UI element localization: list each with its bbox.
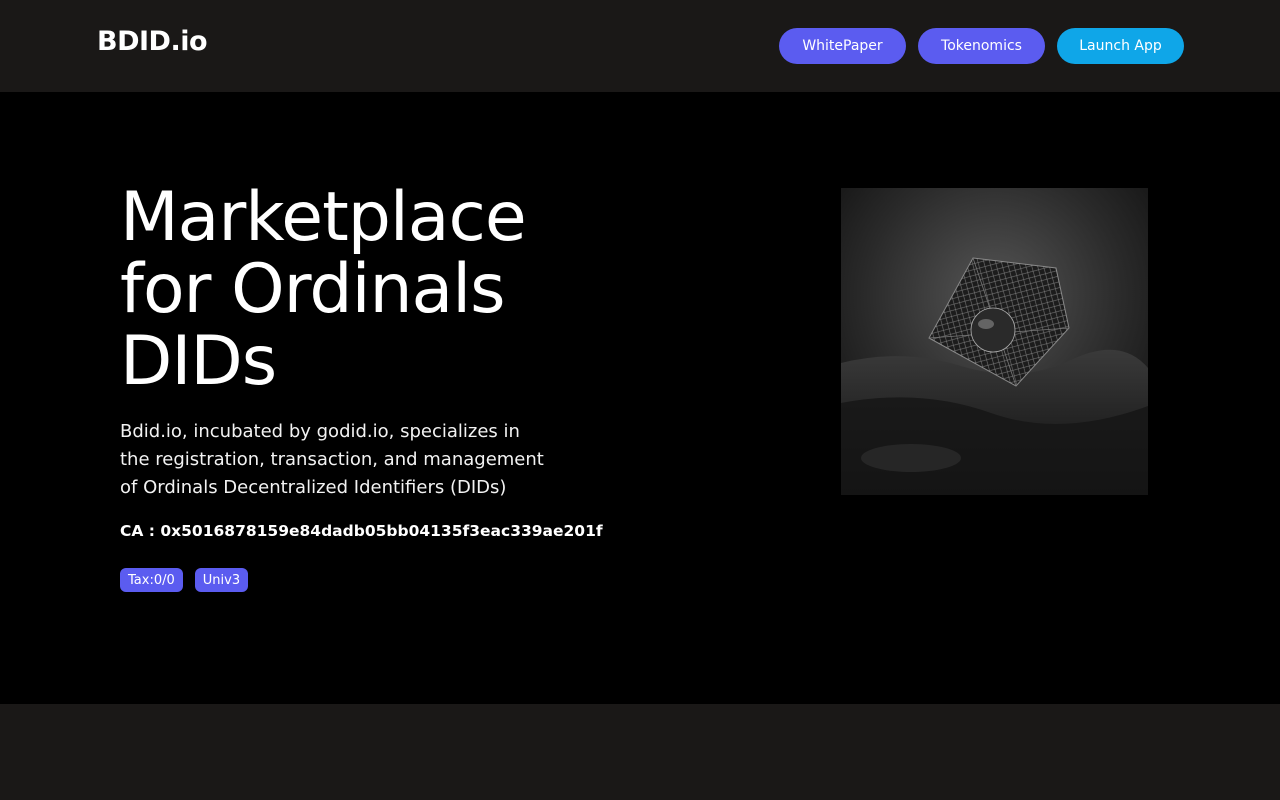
tokenomics-button[interactable]: Tokenomics xyxy=(918,28,1045,64)
hero-description: Bdid.io, incubated by godid.io, speciali… xyxy=(120,421,544,498)
hero-title: Marketplace for Ordinals DIDs xyxy=(120,182,620,398)
token-badges: Tax:0/0 Univ3 xyxy=(120,568,249,592)
hero-title-line: Marketplace xyxy=(120,178,527,257)
footer-band xyxy=(0,704,1280,800)
whitepaper-button[interactable]: WhitePaper xyxy=(779,28,906,64)
hero-section: Marketplace for Ordinals DIDs Bdid.io, i… xyxy=(0,92,1280,704)
top-nav: WhitePaper Tokenomics Launch App xyxy=(779,28,1184,64)
hero-title-line: DIDs xyxy=(120,322,277,401)
contract-address: CA : 0x5016878159e84dadb05bb04135f3eac33… xyxy=(120,522,603,540)
hero-title-line: for Ordinals xyxy=(120,250,506,329)
univ3-badge: Univ3 xyxy=(194,568,249,592)
tax-badge: Tax:0/0 xyxy=(120,568,183,592)
floating-wireframe-cube-icon xyxy=(841,188,1148,495)
launch-app-button[interactable]: Launch App xyxy=(1057,28,1184,64)
site-logo[interactable]: BDID.io xyxy=(97,26,208,57)
site-header: BDID.io WhitePaper Tokenomics Launch App xyxy=(0,0,1280,92)
floating-cube-image xyxy=(841,188,1148,495)
